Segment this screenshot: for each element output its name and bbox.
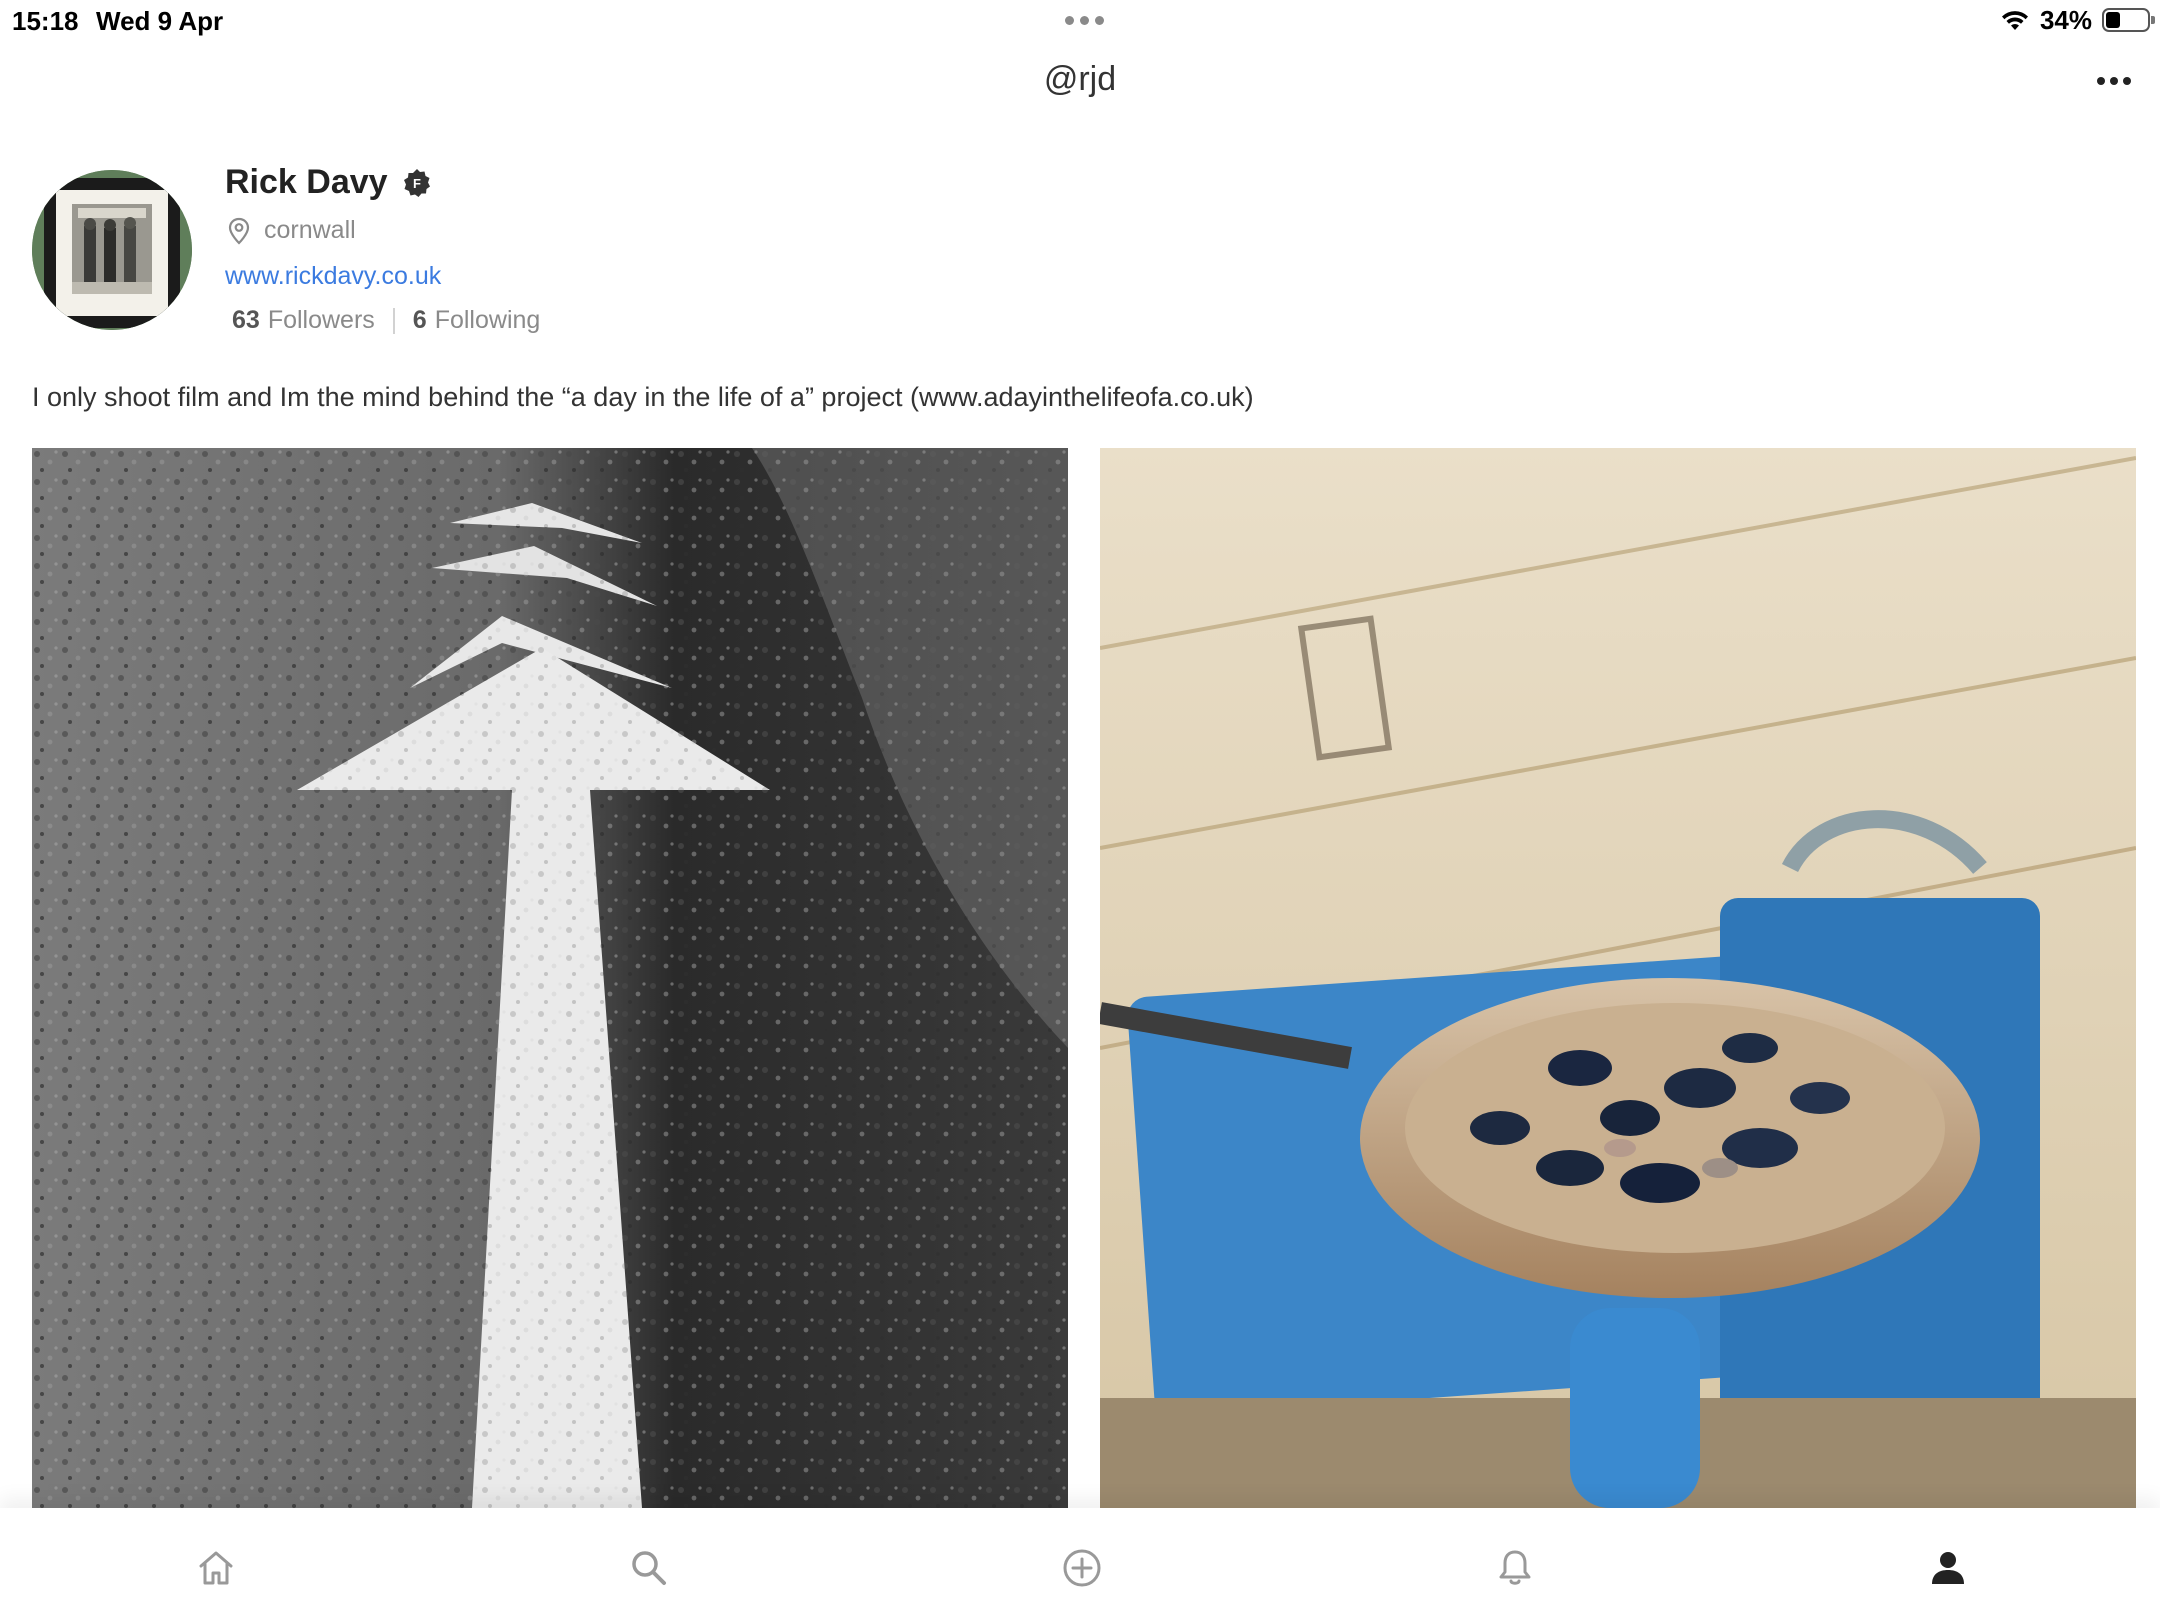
search-icon [632,1551,666,1585]
profile-name-row: Rick Davy F [225,163,432,202]
page-title: @rjd [1043,60,1117,98]
location-pin-icon [228,217,250,245]
battery-percent: 34% [2039,4,2092,35]
stats-row: 63 Followers 6 Following [232,306,540,335]
following-link[interactable]: 6 Following [413,306,541,335]
svg-text:F: F [413,176,421,191]
status-date: Wed 9 Apr [96,6,224,36]
add-circle-icon [1063,1549,1101,1587]
tab-profile[interactable] [1918,1538,1978,1598]
verified-badge-icon: F [403,168,430,197]
profile-bio: I only shoot film and Im the mind behind… [32,382,1254,412]
photo-road-arrow[interactable] [32,448,1068,1508]
battery-icon [2102,8,2155,32]
followers-count: 63 [232,306,260,334]
multitasking-dots-icon[interactable] [1060,6,1108,34]
avatar[interactable] [32,170,192,330]
bell-icon [1499,1550,1531,1585]
home-icon [199,1551,233,1585]
location-text: cornwall [264,216,356,244]
profile-name: Rick Davy [225,163,388,201]
website-link[interactable]: www.rickdavy.co.uk [225,262,441,291]
profile-icon [1932,1552,1964,1584]
more-horizontal-icon[interactable] [2084,66,2144,96]
status-bar: 15:18 Wed 9 Apr 34% [0,0,2160,40]
tab-add[interactable] [1052,1538,1112,1598]
followers-link[interactable]: 63 Followers [232,306,375,335]
location-row: cornwall [228,216,356,245]
tab-home[interactable] [186,1538,246,1598]
tab-search[interactable] [619,1538,679,1598]
stats-divider [392,307,395,334]
tab-bar [0,1508,2160,1620]
photo-mussels-pan[interactable] [1100,448,2136,1508]
status-indicators: 34% [2000,4,2155,36]
tab-notifications[interactable] [1485,1538,1545,1598]
following-count: 6 [412,306,427,334]
following-label: Following [434,306,541,334]
followers-label: Followers [267,306,375,334]
status-time: 15:18 [12,6,79,36]
wifi-icon [2001,11,2028,30]
